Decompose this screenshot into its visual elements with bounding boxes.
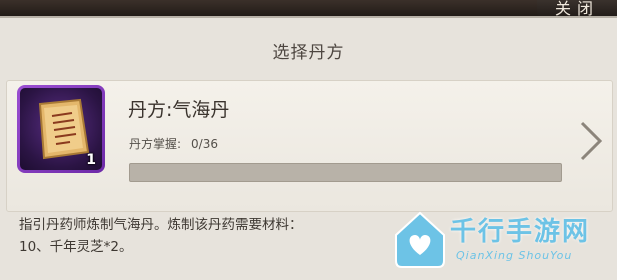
panel-title: 选择丹方 <box>272 43 345 63</box>
watermark-title: 千行手游网 <box>450 217 591 247</box>
watermark-subtitle: QianXing ShouYou <box>456 249 573 262</box>
item-slot-inner: 1 <box>20 88 102 170</box>
recipe-item-slot[interactable]: 1 <box>17 85 105 173</box>
chevron-right-icon[interactable] <box>578 119 604 163</box>
mastery-value: 0/36 <box>191 137 218 151</box>
scroll-icon <box>38 98 90 160</box>
mastery-progress-bar <box>129 163 562 182</box>
mastery-label: 丹方掌握: <box>129 137 182 151</box>
recipe-name: 丹方:气海丹 <box>128 99 230 121</box>
mastery-row: 丹方掌握: 0/36 <box>129 135 218 152</box>
item-count: 1 <box>86 152 96 168</box>
house-heart-logo-icon <box>395 211 445 268</box>
recipe-card[interactable]: 1 丹方:气海丹 丹方掌握: 0/36 <box>6 80 613 212</box>
site-watermark: 千行手游网 QianXing ShouYou <box>392 203 617 278</box>
